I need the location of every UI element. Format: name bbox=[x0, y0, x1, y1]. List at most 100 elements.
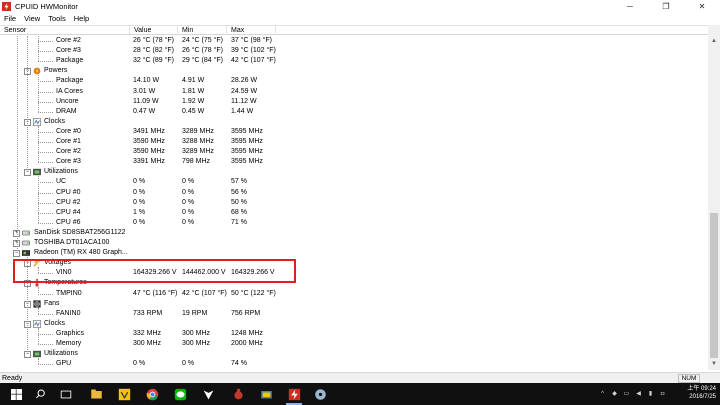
app-folder-icon[interactable] bbox=[258, 386, 274, 402]
start-icon[interactable] bbox=[8, 386, 24, 402]
sensor-value: 32 °C (89 °F) bbox=[133, 57, 174, 65]
column-min[interactable]: Min bbox=[178, 26, 227, 35]
sensor-max: 3595 MHz bbox=[231, 127, 263, 135]
app-red-icon[interactable] bbox=[230, 386, 246, 402]
sensor-row[interactable]: CPU #6 0 % 0 % 71 % bbox=[0, 218, 708, 228]
tree-line bbox=[38, 307, 39, 314]
app-disc-icon[interactable] bbox=[312, 386, 328, 402]
sensor-min: 1.81 W bbox=[182, 87, 205, 95]
task-view-icon[interactable] bbox=[58, 386, 74, 402]
sensor-row[interactable]: GPU 0 % 0 % 74 % bbox=[0, 359, 708, 369]
taskbar: ^ ◆ ▭ ◀ ▮ ㅁ 上午 09:24 2016/7/25 bbox=[0, 383, 720, 405]
sensor-value: 0 % bbox=[133, 360, 146, 368]
sensor-max: 42 °C (107 °F) bbox=[231, 57, 276, 65]
sensor-value: 0 % bbox=[133, 188, 146, 196]
sensor-row[interactable]: CPU #2 0 % 0 % 50 % bbox=[0, 198, 708, 208]
sensor-name: CPU #6 bbox=[56, 218, 81, 226]
sensor-max: 68 % bbox=[231, 208, 247, 216]
sensor-name: Graphics bbox=[56, 329, 85, 337]
app-mask-icon[interactable] bbox=[200, 386, 216, 402]
sensor-row[interactable]: Package 32 °C (89 °F) 29 °C (84 °F) 42 °C (… bbox=[0, 56, 708, 66]
sensor-row[interactable]: Package 14.10 W 4.91 W 28.26 W bbox=[0, 76, 708, 86]
sensor-row[interactable]: Core #3 3391 MHz 798 MHz 3595 MHz bbox=[0, 157, 708, 167]
sensor-row[interactable]: IA Cores 3.01 W 1.81 W 24.59 W bbox=[0, 87, 708, 97]
line-icon[interactable] bbox=[172, 386, 188, 402]
group-name: Clocks bbox=[44, 117, 66, 125]
sensor-row[interactable]: CPU #0 0 % 0 % 56 % bbox=[0, 188, 708, 198]
sensor-max: 71 % bbox=[231, 218, 247, 226]
tray-chevron-icon[interactable]: ^ bbox=[598, 389, 607, 398]
close-button[interactable]: ✕ bbox=[684, 0, 720, 13]
menu-view[interactable]: View bbox=[20, 14, 44, 23]
sensor-row[interactable]: Core #2 26 °C (78 °F) 24 °C (75 °F) 37 °C (… bbox=[0, 36, 708, 46]
sensor-row[interactable]: Core #1 3590 MHz 3288 MHz 3595 MHz bbox=[0, 137, 708, 147]
minimize-button[interactable]: ─ bbox=[612, 0, 648, 13]
sensor-name: IA Cores bbox=[56, 87, 83, 95]
sensor-row[interactable]: UC 0 % 0 % 57 % bbox=[0, 177, 708, 187]
taskbar-clock[interactable]: 上午 09:24 2016/7/25 bbox=[676, 385, 720, 401]
sensor-name: Package bbox=[56, 57, 84, 65]
tray-app-icon[interactable]: ◆ bbox=[610, 389, 619, 398]
sensor-min: 0 % bbox=[182, 188, 195, 196]
sensor-group-row[interactable]: − Utilizations bbox=[0, 349, 708, 359]
search-icon[interactable] bbox=[32, 386, 48, 402]
sensor-value: 11.09 W bbox=[133, 97, 159, 105]
device-row[interactable]: + SanDisk SD8SBAT256G1122 bbox=[0, 228, 708, 238]
language-icon[interactable]: ㅁ bbox=[658, 389, 667, 398]
device-row[interactable]: − Radeon (TM) RX 480 Graph... bbox=[0, 248, 708, 258]
vertical-scrollbar[interactable]: ▲ ▼ bbox=[708, 25, 720, 370]
scroll-up-icon[interactable]: ▲ bbox=[708, 36, 720, 46]
sensor-row[interactable]: TMPIN0 47 °C (116 °F) 42 °C (107 °F) 50 °C … bbox=[0, 289, 708, 299]
sensor-name: CPU #2 bbox=[56, 198, 81, 206]
sensor-group-row[interactable]: − Utilizations bbox=[0, 167, 708, 177]
sensor-value: 332 MHz bbox=[133, 329, 162, 337]
sensor-group-row[interactable]: − Clocks bbox=[0, 319, 708, 329]
sensor-group-row[interactable]: − Powers bbox=[0, 66, 708, 76]
column-max[interactable]: Max bbox=[227, 26, 276, 35]
tree-line bbox=[38, 111, 53, 113]
sensor-row[interactable]: Memory 300 MHz 300 MHz 2000 MHz bbox=[0, 339, 708, 349]
volume-icon[interactable]: ◀ bbox=[634, 389, 643, 398]
status-bar: Ready NUM bbox=[0, 372, 720, 383]
menu-file[interactable]: File bbox=[0, 14, 20, 23]
column-sensor[interactable]: Sensor bbox=[0, 26, 130, 35]
sensor-row[interactable]: FANIN0 733 RPM 19 RPM 756 RPM bbox=[0, 309, 708, 319]
sensor-min: 0 % bbox=[182, 360, 195, 368]
device-row[interactable]: + TOSHIBA DT01ACA100 bbox=[0, 238, 708, 248]
sensor-name: FANIN0 bbox=[56, 309, 81, 317]
device-name: TOSHIBA DT01ACA100 bbox=[34, 239, 110, 246]
tree-line bbox=[38, 36, 39, 62]
menu-help[interactable]: Help bbox=[70, 14, 93, 23]
sensor-row[interactable]: Core #0 3491 MHz 3289 MHz 3595 MHz bbox=[0, 127, 708, 137]
maximize-button[interactable]: ❐ bbox=[648, 0, 684, 13]
app-yellow-icon[interactable] bbox=[116, 386, 132, 402]
tree-line bbox=[38, 51, 53, 53]
file-explorer-icon[interactable] bbox=[88, 386, 104, 402]
chrome-icon[interactable] bbox=[144, 386, 160, 402]
network-icon[interactable]: ▭ bbox=[622, 389, 631, 398]
sensor-group-row[interactable]: − Clocks bbox=[0, 117, 708, 127]
sensor-group-row[interactable]: − Fans bbox=[0, 299, 708, 309]
sensor-max: 50 % bbox=[231, 198, 247, 206]
sensor-tree[interactable]: Core #2 26 °C (78 °F) 24 °C (75 °F) 37 °C (… bbox=[0, 36, 708, 370]
column-value[interactable]: Value bbox=[130, 26, 178, 35]
sensor-max: 3595 MHz bbox=[231, 158, 263, 166]
sensor-row[interactable]: CPU #4 1 % 0 % 68 % bbox=[0, 208, 708, 218]
sensor-max: 1248 MHz bbox=[231, 329, 263, 337]
sensor-value: 0 % bbox=[133, 178, 146, 186]
sensor-row[interactable]: Graphics 332 MHz 300 MHz 1248 MHz bbox=[0, 329, 708, 339]
sensor-min: 798 MHz bbox=[182, 158, 211, 166]
device-name: Radeon (TM) RX 480 Graph... bbox=[34, 249, 128, 257]
sensor-max: 56 % bbox=[231, 188, 247, 196]
tree-line bbox=[38, 293, 53, 295]
scroll-down-icon[interactable]: ▼ bbox=[708, 359, 720, 369]
hwmonitor-taskbar-icon[interactable] bbox=[286, 386, 302, 402]
sensor-row[interactable]: DRAM 0.47 W 0.45 W 1.44 W bbox=[0, 107, 708, 117]
sensor-row[interactable]: Core #3 28 °C (82 °F) 26 °C (78 °F) 39 °C (… bbox=[0, 46, 708, 56]
battery-icon[interactable]: ▮ bbox=[646, 389, 655, 398]
sensor-row[interactable]: Core #2 3590 MHz 3289 MHz 3595 MHz bbox=[0, 147, 708, 157]
scroll-thumb[interactable] bbox=[710, 213, 718, 358]
sensor-min: 4.91 W bbox=[182, 77, 205, 85]
menu-tools[interactable]: Tools bbox=[44, 14, 70, 23]
sensor-row[interactable]: Uncore 11.09 W 1.92 W 11.12 W bbox=[0, 97, 708, 107]
